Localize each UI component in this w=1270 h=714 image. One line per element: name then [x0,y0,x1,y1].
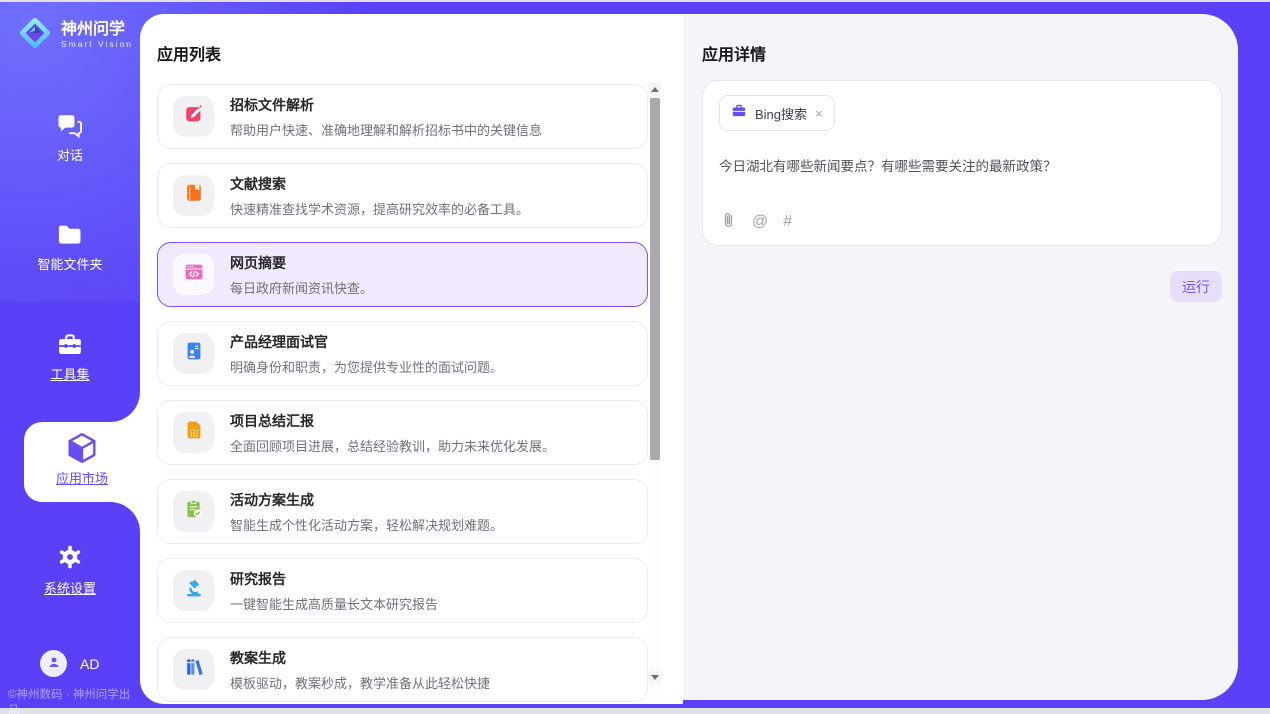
app-card[interactable]: 网页摘要 每日政府新闻资讯快查。 [157,242,648,307]
sidebar-item-tools[interactable]: 工具集 [0,331,140,383]
tool-tag-label: Bing搜索 [755,104,807,123]
sidebar: 神州问学 Smart Vision 对话 智能文件夹 [0,2,140,708]
books-icon [183,656,205,683]
scrollbar-thumb[interactable] [650,98,660,460]
book-icon [183,182,205,209]
scrollbar[interactable] [649,82,661,690]
arrow-down-icon [651,675,659,680]
app-card-title: 研究报告 [230,569,438,589]
app-detail-title: 应用详情 [702,41,766,65]
sidebar-item-label: 智能文件夹 [0,254,140,273]
scrollbar-up-button[interactable] [649,82,661,96]
app-card-description: 每日政府新闻资讯快查。 [230,278,373,297]
app-card-title: 项目总结汇报 [230,411,555,431]
user-name: AD [80,656,99,672]
app-card-description: 帮助用户快速、准确地理解和解析招标书中的关键信息 [230,120,542,139]
sidebar-item-label: 应用市场 [24,468,140,487]
app-card-title: 教案生成 [230,648,490,668]
chat-icon [0,112,140,138]
prompt-text[interactable]: 今日湖北有哪些新闻要点？有哪些需要关注的最新政策？ [719,155,1205,175]
sidebar-item-settings[interactable]: 系统设置 [0,543,140,597]
sidebar-item-label: 工具集 [0,364,140,383]
app-card[interactable]: 招标文件解析 帮助用户快速、准确地理解和解析招标书中的关键信息 [157,84,648,149]
app-card[interactable]: 产品经理面试官 明确身份和职责，为您提供专业性的面试问题。 [157,321,648,386]
app-card[interactable]: 文献搜索 快速精准查找学术资源，提高研究效率的必备工具。 [157,163,648,228]
app-card[interactable]: 项目总结汇报 全面回顾项目进展，总结经验教训，助力未来优化发展。 [157,400,648,465]
copyright-text: ©神州数码 · 神州问学出品 [8,686,140,714]
diamond-logo-icon [16,14,54,57]
person-icon [46,654,62,673]
microscope-icon [183,577,205,604]
selected-tab-notch [110,392,140,422]
folder-icon [0,223,140,247]
sidebar-item-label: 系统设置 [0,578,140,597]
edit-icon [183,103,205,130]
app-card-description: 一键智能生成高质量长文本研究报告 [230,594,438,613]
user-account[interactable]: AD [40,650,99,677]
scrollbar-down-button[interactable] [649,670,661,684]
doc-grid-icon [183,419,205,446]
briefcase-icon [731,103,747,123]
app-card-title: 网页摘要 [230,253,373,273]
app-card-title: 活动方案生成 [230,490,503,510]
app-list-panel: 应用列表 招标文件解析 帮助用户快速、准确地理解和解析招标书中的关键信息 文献搜… [140,14,683,704]
gear-icon [0,543,140,571]
sidebar-item-label: 对话 [0,145,140,164]
tool-tag-bing[interactable]: Bing搜索 × [719,95,835,131]
brand-logo: 神州问学 Smart Vision [16,14,133,57]
hash-icon[interactable]: # [783,213,792,231]
attachment-toolbar: @ # [720,210,792,234]
sidebar-item-folders[interactable]: 智能文件夹 [0,223,140,273]
mention-at-icon[interactable]: @ [752,213,768,231]
cube-icon [24,430,140,466]
app-card-title: 招标文件解析 [230,95,542,115]
app-card[interactable]: 活动方案生成 智能生成个性化活动方案，轻松解决规划难题。 [157,479,648,544]
app-list-title: 应用列表 [157,41,221,65]
run-button[interactable]: 运行 [1170,271,1222,302]
toolbox-icon [0,331,140,357]
sidebar-item-market[interactable]: 应用市场 [24,422,140,502]
app-card[interactable]: 研究报告 一键智能生成高质量长文本研究报告 [157,558,648,623]
close-icon[interactable]: × [815,107,823,120]
selected-tab-notch [110,502,140,532]
app-detail-panel: 应用详情 Bing搜索 × 今日湖北有哪些新闻要点？有哪些需要关注的最新政策？ … [683,14,1238,700]
app-card-title: 文献搜索 [230,174,529,194]
app-card-description: 全面回顾项目进展，总结经验教训，助力未来优化发展。 [230,436,555,455]
sidebar-item-chat[interactable]: 对话 [0,112,140,164]
app-card-description: 快速精准查找学术资源，提高研究效率的必备工具。 [230,199,529,218]
app-card-list: 招标文件解析 帮助用户快速、准确地理解和解析招标书中的关键信息 文献搜索 快速精… [157,84,648,704]
avatar [40,650,67,677]
browser-code-icon [183,261,205,288]
app-card-title: 产品经理面试官 [230,332,503,352]
arrow-up-icon [651,87,659,92]
app-card-description: 智能生成个性化活动方案，轻松解决规划难题。 [230,515,503,534]
clipboard-check-icon [183,498,205,525]
prompt-input-card[interactable]: Bing搜索 × 今日湖北有哪些新闻要点？有哪些需要关注的最新政策？ @ # [702,80,1222,246]
person-doc-icon [183,340,205,367]
app-card-description: 模板驱动，教案秒成，教学准备从此轻松快捷 [230,673,490,692]
brand-subtitle: Smart Vision [61,39,133,50]
brand-name: 神州问学 [61,21,133,39]
app-card-description: 明确身份和职责，为您提供专业性的面试问题。 [230,357,503,376]
paperclip-icon[interactable] [720,210,737,234]
app-card[interactable]: 教案生成 模板驱动，教案秒成，教学准备从此轻松快捷 [157,637,648,702]
